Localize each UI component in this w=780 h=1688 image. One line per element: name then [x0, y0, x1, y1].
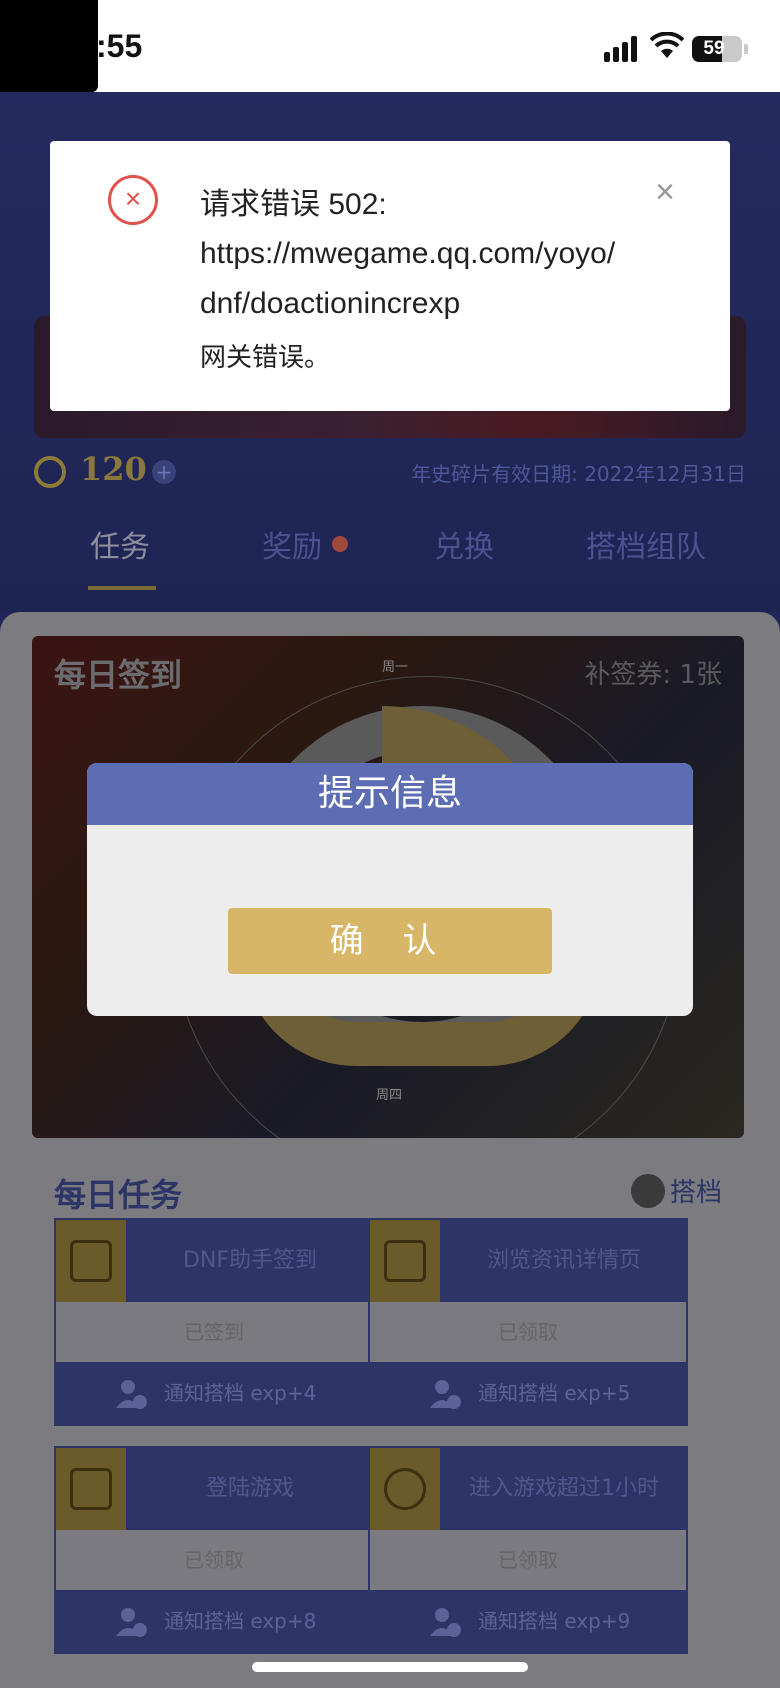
status-bar: :55 59 [0, 0, 780, 92]
status-bar-mask [0, 0, 98, 92]
daily-tasks-card: 每日任务 搭档 DNF助手签到 已签到 通知搭档 exp+4 浏览资讯详情页 已… [32, 1160, 744, 1688]
error-url: https://mwegame.qq.com/yoyo/dnf/doaction… [200, 237, 616, 320]
expiry-text: 年史碎片有效日期: 2022年12月31日 [411, 462, 746, 486]
error-icon: × [108, 175, 158, 225]
partner-avatar [630, 1173, 665, 1208]
notify-partner-button[interactable]: 通知搭档 exp+9 [370, 1590, 686, 1652]
notify-partner-button[interactable]: 通知搭档 exp+5 [370, 1362, 686, 1424]
scroll-icon [370, 1220, 440, 1302]
coin-value: 120 [80, 450, 147, 488]
task-header: 进入游戏超过1小时 [370, 1448, 686, 1530]
notify-partner-text: 通知搭档 exp+5 [478, 1381, 631, 1405]
tab-exchange[interactable]: 兑换 [434, 522, 494, 566]
task-header: DNF助手签到 [56, 1220, 372, 1302]
task-name: 登陆游戏 [205, 1476, 294, 1501]
tab-tasks[interactable]: 任务 [90, 522, 150, 566]
wifi-icon [650, 32, 684, 58]
task-header: 登陆游戏 [56, 1448, 372, 1530]
task-name: 浏览资讯详情页 [486, 1248, 641, 1273]
tab-bar: 任务 奖励 兑换 搭档组队 [0, 512, 780, 592]
task-card: DNF助手签到 已签到 通知搭档 exp+4 [54, 1218, 374, 1426]
partner-label: 搭档 [669, 1178, 722, 1208]
day-label-thu: 周四 [376, 1088, 403, 1103]
notify-partner-text: 通知搭档 exp+4 [164, 1381, 317, 1405]
add-user-icon [430, 1608, 461, 1637]
daily-tasks-title: 每日任务 [54, 1176, 183, 1214]
active-tab-indicator [88, 586, 156, 590]
task-card: 登陆游戏 已领取 通知搭档 exp+8 [54, 1446, 374, 1654]
notify-partner-text: 通知搭档 exp+8 [164, 1609, 317, 1633]
add-user-icon [116, 1608, 147, 1637]
status-time: :55 [96, 28, 143, 64]
notify-partner-button[interactable]: 通知搭档 exp+4 [56, 1362, 372, 1424]
task-name: DNF助手签到 [182, 1248, 318, 1273]
info-dialog: 提示信息 确 认 [87, 763, 693, 1016]
task-card: 进入游戏超过1小时 已领取 通知搭档 exp+9 [368, 1446, 688, 1654]
task-status-button[interactable]: 已签到 [56, 1302, 372, 1362]
tab-rewards[interactable]: 奖励 [262, 522, 322, 566]
tab-partner-team[interactable]: 搭档组队 [586, 522, 706, 566]
task-status-button[interactable]: 已领取 [370, 1302, 686, 1362]
signin-title: 每日签到 [54, 656, 183, 694]
notify-partner-text: 通知搭档 exp+9 [478, 1609, 631, 1633]
add-coin-button[interactable]: + [152, 460, 176, 484]
add-user-icon [116, 1380, 147, 1409]
calendar-icon [56, 1220, 126, 1302]
coin-icon [34, 456, 66, 488]
battery-tip [744, 44, 748, 54]
signal-icon [604, 36, 640, 62]
add-user-icon [430, 1380, 461, 1409]
battery-level: 59 [703, 38, 725, 59]
gear-clock-icon [370, 1448, 440, 1530]
confirm-button[interactable]: 确 认 [228, 908, 552, 974]
dialog-header: 提示信息 [87, 763, 693, 825]
task-status-button[interactable]: 已领取 [56, 1530, 372, 1590]
dialog-title: 提示信息 [317, 773, 462, 814]
task-card: 浏览资讯详情页 已领取 通知搭档 exp+5 [368, 1218, 688, 1426]
rewards-badge [332, 536, 348, 552]
coin-row: 120 + 年史碎片有效日期: 2022年12月31日 [34, 450, 746, 494]
task-status-button[interactable]: 已领取 [370, 1530, 686, 1590]
error-title: 请求错误 502: [200, 188, 387, 221]
task-header: 浏览资讯详情页 [370, 1220, 686, 1302]
monitor-icon [56, 1448, 126, 1530]
error-toast: × 请求错误 502: https://mwegame.qq.com/yoyo/… [50, 141, 730, 411]
close-icon[interactable]: × [650, 175, 680, 209]
notify-partner-button[interactable]: 通知搭档 exp+8 [56, 1590, 372, 1652]
home-indicator[interactable] [252, 1662, 528, 1672]
partner-button[interactable]: 搭档 [630, 1172, 722, 1208]
error-message: 网关错误。 [200, 343, 331, 373]
makeup-ticket-count[interactable]: 补签券: 1张 [584, 654, 722, 691]
battery-icon: 59 [692, 36, 742, 62]
task-name: 进入游戏超过1小时 [469, 1476, 659, 1501]
day-label-mon: 周一 [382, 660, 409, 675]
